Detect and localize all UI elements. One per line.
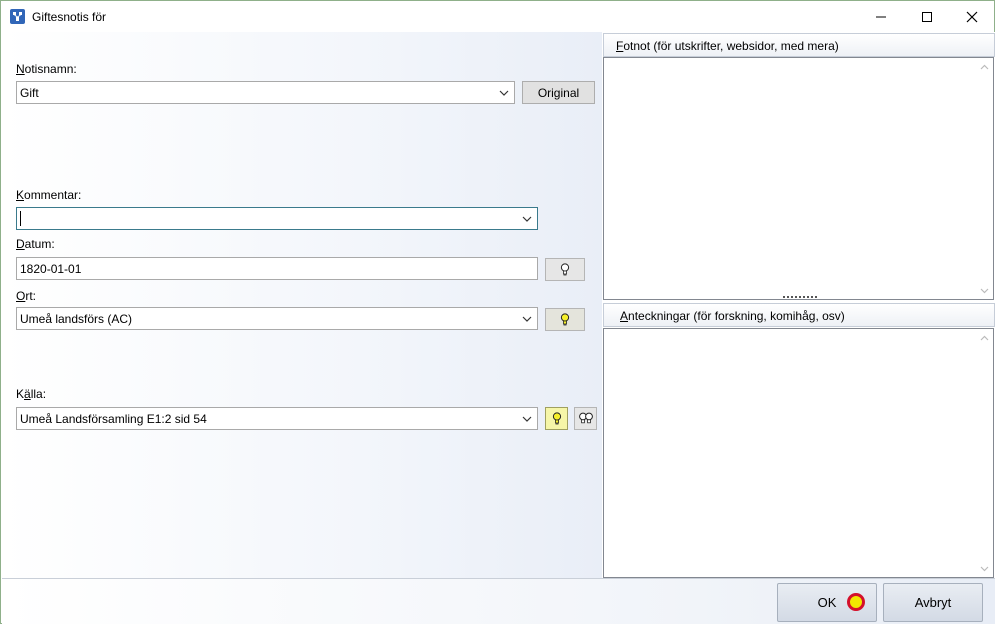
ort-value: Umeå landsförs (AC) (20, 312, 133, 326)
fotnot-textarea[interactable] (603, 57, 994, 300)
maximize-icon (922, 11, 932, 22)
datum-label: Datum: (16, 237, 55, 251)
app-family-icon (10, 9, 25, 24)
kommentar-label: Kommentar: (16, 188, 82, 202)
minimize-button[interactable] (858, 1, 904, 32)
chevron-down-icon (522, 316, 532, 322)
fotnot-header: Fotnot (för utskrifter, websidor, med me… (603, 33, 995, 57)
ort-combo[interactable]: Umeå landsförs (AC) (16, 307, 538, 330)
anteckningar-header: Anteckningar (för forskning, komihåg, os… (603, 303, 995, 327)
notisnamn-label: Notisnamn: (16, 62, 77, 76)
ort-label: Ort: (16, 289, 37, 303)
close-icon (966, 11, 978, 22)
original-button[interactable]: Original (522, 81, 595, 104)
scroll-down-icon[interactable] (976, 560, 993, 577)
fotnot-scrollbar[interactable] (976, 58, 993, 299)
minimize-icon (876, 16, 886, 17)
kommentar-combo[interactable] (16, 207, 538, 230)
double-lightbulb-icon (578, 412, 593, 424)
scroll-up-icon[interactable] (976, 58, 993, 75)
chevron-down-icon (522, 416, 532, 422)
kalla-label: Källa: (16, 387, 47, 401)
lightbulb-lit-icon (552, 412, 561, 425)
maximize-button[interactable] (904, 1, 950, 32)
datum-field[interactable]: 1820-01-01 (16, 257, 538, 280)
cursor-marker-icon (847, 593, 865, 611)
kalla-hint-button[interactable] (545, 407, 568, 430)
kalla-multi-hint-button[interactable] (574, 407, 597, 430)
kalla-value: Umeå Landsförsamling E1:2 sid 54 (20, 412, 207, 426)
kalla-combo[interactable]: Umeå Landsförsamling E1:2 sid 54 (16, 407, 538, 430)
datum-value: 1820-01-01 (20, 262, 82, 276)
notes-panel: Fotnot (för utskrifter, websidor, med me… (603, 32, 995, 578)
scroll-down-icon[interactable] (976, 282, 993, 299)
window-title: Giftesnotis för (32, 10, 107, 24)
form-panel: Notisnamn: Gift Original Kommentar: Datu… (2, 32, 602, 578)
ort-hint-button[interactable] (545, 308, 585, 331)
scroll-up-icon[interactable] (976, 329, 993, 346)
anteckningar-scrollbar[interactable] (976, 329, 993, 577)
cancel-button[interactable]: Avbryt (883, 583, 983, 622)
chevron-down-icon (499, 90, 509, 96)
notisnamn-combo[interactable]: Gift (16, 81, 515, 104)
dialog-window: Giftesnotis för Notisnamn: Gift Original… (0, 0, 995, 624)
title-bar: Giftesnotis för (1, 1, 994, 32)
text-caret (20, 211, 21, 226)
fotnot-label: Fotnot (för utskrifter, websidor, med me… (616, 39, 839, 53)
datum-hint-button[interactable] (545, 258, 585, 281)
lightbulb-icon (560, 263, 570, 276)
dialog-footer: OK Avbryt (2, 578, 995, 624)
anteckningar-textarea[interactable] (603, 328, 994, 578)
lightbulb-lit-icon (560, 313, 570, 326)
chevron-down-icon (522, 216, 532, 222)
notisnamn-value: Gift (20, 86, 39, 100)
splitter-grip[interactable] (783, 296, 817, 300)
close-button[interactable] (949, 1, 995, 32)
anteckningar-label: Anteckningar (för forskning, komihåg, os… (620, 309, 845, 323)
